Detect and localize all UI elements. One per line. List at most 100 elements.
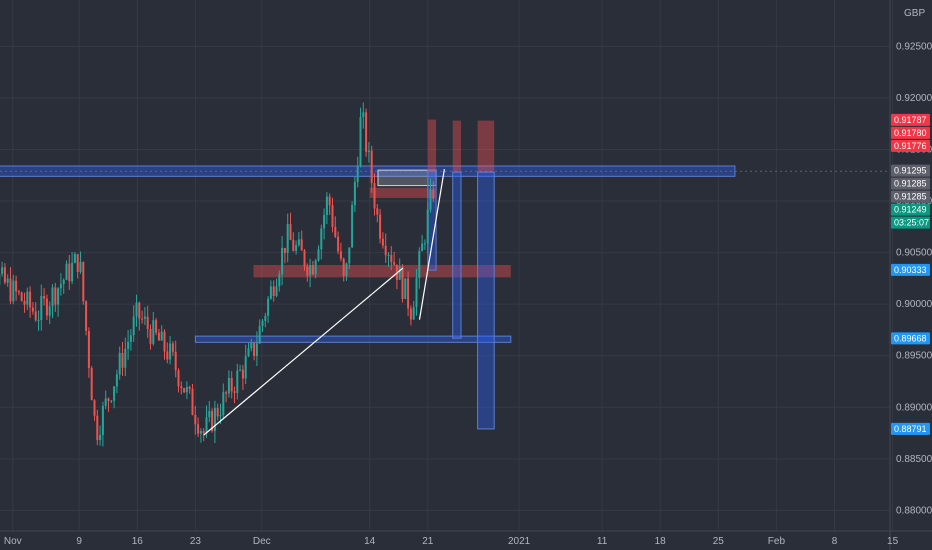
candle-body — [227, 377, 230, 394]
candle-body — [191, 388, 194, 415]
candle-body — [404, 278, 407, 299]
candle-body — [202, 431, 205, 434]
candle-body — [337, 236, 340, 252]
candle-body — [426, 209, 429, 244]
zone-blue — [452, 171, 462, 339]
y-tick-label: 0.92000 — [896, 93, 932, 104]
candle-body — [244, 356, 247, 379]
candle-body — [258, 326, 261, 344]
candle-body — [183, 388, 186, 393]
candle-body — [34, 311, 37, 321]
candle-body — [429, 189, 432, 210]
candle-body — [205, 417, 208, 434]
zone-blue — [477, 171, 495, 430]
candle-body — [398, 266, 401, 280]
candle-body — [17, 291, 20, 293]
candle-body — [365, 112, 368, 152]
candle-body — [57, 288, 60, 305]
x-tick-label: 8 — [832, 536, 838, 547]
candle-body — [93, 400, 96, 416]
candle-body — [348, 247, 351, 264]
candle-body — [353, 182, 356, 206]
candle-body — [138, 302, 141, 319]
candle-body — [415, 277, 418, 308]
candle-body — [127, 341, 130, 349]
candle-body — [421, 243, 424, 252]
candle-body — [118, 353, 121, 375]
candle-body — [323, 214, 326, 229]
candle-body — [157, 332, 160, 341]
candle-body — [390, 255, 393, 263]
candle-body — [317, 249, 320, 261]
x-tick-label: 11 — [597, 536, 608, 547]
candle-body — [373, 183, 376, 209]
candle-body — [43, 296, 46, 299]
candle-body — [129, 335, 132, 342]
candle-body — [309, 265, 312, 276]
candle-body — [71, 262, 74, 282]
candle-body — [26, 291, 29, 305]
candle-body — [253, 342, 256, 356]
candle-body — [59, 284, 62, 289]
candle-body — [65, 263, 68, 280]
candle-body — [62, 279, 65, 285]
candle-body — [328, 196, 331, 206]
candle-body — [37, 320, 40, 322]
candle-body — [423, 243, 426, 245]
x-tick-label: Dec — [253, 536, 271, 547]
y-tick-label: 0.92500 — [896, 41, 932, 52]
candle-body — [20, 292, 23, 302]
candle-body — [82, 261, 85, 302]
time-axis[interactable]: Nov 9 16 23 Dec 14 21 2021 11 18 25 Feb 8 15 — [0, 530, 932, 547]
candle-body — [222, 392, 225, 416]
candle-body — [325, 196, 328, 215]
candle-body — [110, 400, 113, 402]
candle-body — [85, 301, 88, 331]
candle-body — [101, 405, 104, 435]
candle-body — [3, 267, 6, 283]
candle-body — [194, 414, 197, 425]
candle-body — [334, 226, 337, 237]
candle-body — [409, 308, 412, 320]
candle-body — [141, 318, 144, 320]
candle-body — [40, 296, 43, 321]
zone-red — [452, 120, 461, 173]
candle-body — [177, 370, 180, 387]
x-tick-label: 21 — [422, 536, 434, 547]
candle-body — [432, 189, 435, 199]
candle-body — [275, 286, 278, 296]
candle-body — [166, 351, 169, 360]
candle-body — [387, 255, 390, 257]
candle-body — [180, 386, 183, 389]
candle-body — [339, 251, 342, 259]
price-tag-label: 0.91780 — [894, 128, 927, 138]
x-tick-label: Feb — [768, 536, 786, 547]
price-tag-label: 0.90333 — [894, 265, 927, 275]
candle-body — [225, 392, 228, 394]
candle-body — [48, 306, 51, 316]
candle-body — [15, 280, 18, 292]
candle-body — [295, 245, 298, 251]
price-tag-label: 0.91249 — [894, 205, 927, 215]
candle-body — [29, 291, 32, 308]
candle-body — [171, 343, 174, 352]
x-tick-label: 2021 — [508, 536, 531, 547]
candle-body — [160, 331, 163, 341]
price-chart[interactable]: 0.925000.920000.915000.910000.905000.900… — [0, 0, 932, 550]
chart-container[interactable]: 0.925000.920000.915000.910000.905000.900… — [0, 0, 932, 550]
candle-body — [121, 353, 124, 368]
candle-body — [264, 315, 267, 321]
y-tick-label: 0.89500 — [896, 351, 932, 362]
candle-body — [188, 386, 191, 389]
candle-body — [23, 301, 26, 305]
zone-red — [369, 187, 437, 198]
candle-body — [197, 424, 200, 434]
candle-body — [115, 374, 118, 387]
candle-body — [9, 278, 12, 302]
candle-body — [239, 369, 242, 371]
candle-body — [6, 278, 9, 283]
price-tags: 0.91787 0.91780 0.91776 0.91295 0.91285 0.912… — [891, 113, 930, 435]
candle-body — [219, 415, 222, 417]
y-tick-label: 0.88000 — [896, 505, 932, 516]
x-tick-label: Nov — [4, 536, 22, 547]
